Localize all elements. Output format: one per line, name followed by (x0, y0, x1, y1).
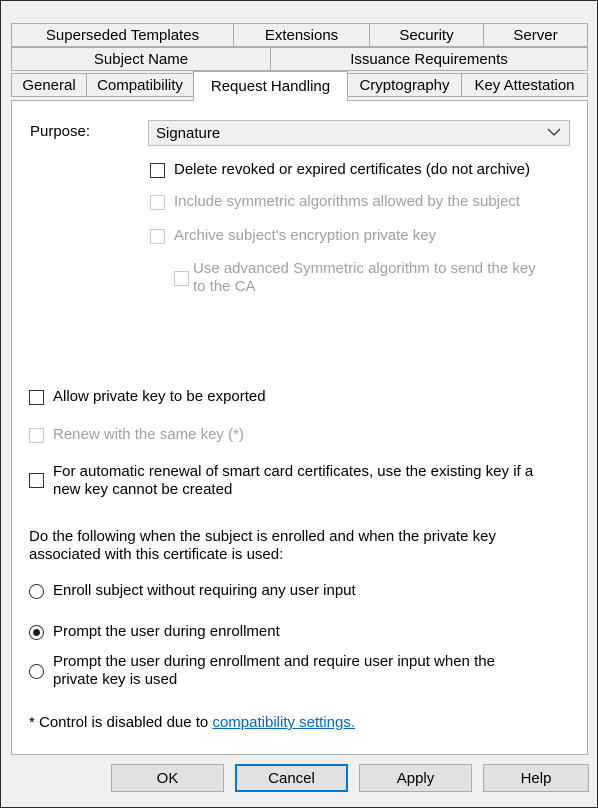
tab-extensions[interactable]: Extensions (233, 23, 370, 47)
footnote-text: * Control is disabled due to (29, 714, 213, 731)
prompt-require-input-label-line1: Prompt the user during enrollment and re… (53, 653, 495, 670)
tab-key-attestation[interactable]: Key Attestation (461, 73, 588, 97)
purpose-label: Purpose: (30, 123, 91, 140)
include-symmetric-checkbox[interactable] (150, 195, 165, 210)
compatibility-footnote: * Control is disabled due to compatibili… (29, 714, 355, 732)
certificate-template-properties-dialog: Superseded Templates Extensions Security… (0, 0, 598, 808)
advanced-symmetric-label-line1: Use advanced Symmetric algorithm to send… (193, 260, 536, 277)
purpose-dropdown-value: Signature (156, 124, 221, 142)
allow-export-label: Allow private key to be exported (53, 388, 266, 405)
enroll-heading-line2: associated with this certificate is used… (29, 546, 284, 563)
chevron-down-icon (547, 128, 561, 136)
tab-subject-name[interactable]: Subject Name (11, 47, 271, 71)
prompt-require-input-label-line2: private key is used (53, 671, 178, 688)
radio-selected-dot (33, 629, 40, 636)
tab-superseded-templates[interactable]: Superseded Templates (11, 23, 234, 47)
prompt-require-input-radio[interactable] (29, 664, 44, 679)
delete-revoked-label: Delete revoked or expired certificates (… (174, 161, 531, 178)
tab-general[interactable]: General (11, 73, 87, 97)
allow-export-checkbox[interactable] (29, 390, 44, 405)
enroll-no-input-radio[interactable] (29, 584, 44, 599)
purpose-dropdown[interactable]: Signature (148, 120, 570, 146)
auto-renewal-label-line1: For automatic renewal of smart card cert… (53, 463, 534, 480)
auto-renewal-label-line2: new key cannot be created (53, 481, 233, 498)
help-button[interactable]: Help (483, 764, 589, 792)
archive-key-checkbox[interactable] (150, 229, 165, 244)
tab-compatibility[interactable]: Compatibility (86, 73, 194, 97)
tab-request-handling[interactable]: Request Handling (193, 71, 348, 101)
prompt-user-radio[interactable] (29, 625, 44, 640)
cancel-button[interactable]: Cancel (235, 764, 348, 792)
enroll-no-input-label: Enroll subject without requiring any use… (53, 582, 356, 599)
tab-server[interactable]: Server (483, 23, 588, 47)
apply-button[interactable]: Apply (359, 764, 472, 792)
ok-button[interactable]: OK (111, 764, 224, 792)
renew-same-key-label: Renew with the same key (*) (53, 426, 244, 443)
archive-key-label: Archive subject's encryption private key (174, 227, 437, 244)
tab-security[interactable]: Security (369, 23, 484, 47)
delete-revoked-checkbox[interactable] (150, 163, 165, 178)
auto-renewal-checkbox[interactable] (29, 473, 44, 488)
include-symmetric-label: Include symmetric algorithms allowed by … (174, 193, 520, 210)
compatibility-settings-link[interactable]: compatibility settings. (212, 714, 355, 731)
tab-issuance-requirements[interactable]: Issuance Requirements (270, 47, 588, 71)
enroll-heading-line1: Do the following when the subject is enr… (29, 528, 496, 545)
advanced-symmetric-label-line2: to the CA (193, 278, 256, 295)
prompt-user-label: Prompt the user during enrollment (53, 623, 280, 640)
tab-cryptography[interactable]: Cryptography (347, 73, 462, 97)
advanced-symmetric-checkbox[interactable] (174, 271, 189, 286)
renew-same-key-checkbox[interactable] (29, 428, 44, 443)
